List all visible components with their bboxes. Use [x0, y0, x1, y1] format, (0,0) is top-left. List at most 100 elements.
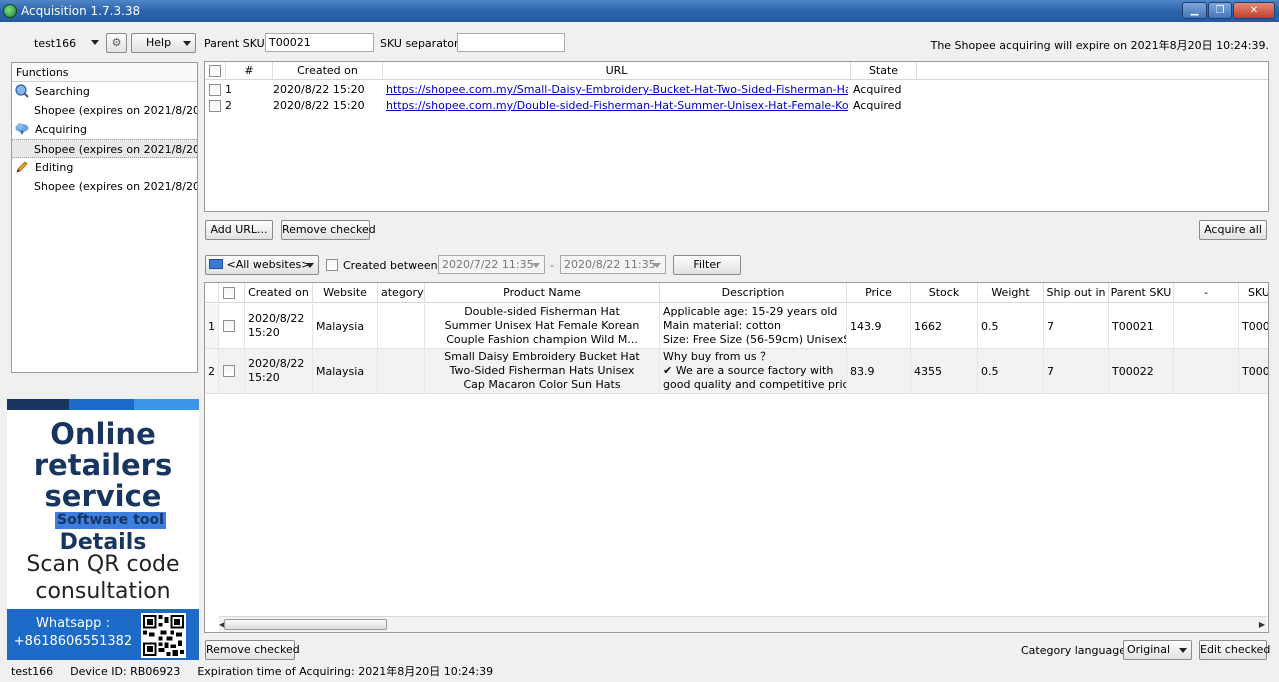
category-language-select[interactable]: Original: [1123, 640, 1192, 660]
title-bar: Acquisition 1.7.3.38 ▁ ❐ ✕: [0, 0, 1279, 22]
status-device-id: Device ID: RB06923: [70, 665, 181, 678]
row-checkbox[interactable]: [223, 320, 235, 332]
url-row-state: Acquired: [853, 83, 902, 96]
cell-weight[interactable]: 0.5: [978, 304, 1044, 348]
row-checkbox[interactable]: [223, 365, 235, 377]
chevron-down-icon: [306, 263, 314, 268]
website-select[interactable]: <All websites>: [205, 255, 319, 275]
ad-scan-line2: consultation: [35, 579, 171, 604]
parent-sku-value: T00021: [1112, 319, 1154, 333]
url-row-link[interactable]: https://shopee.com.my/Double-sided-Fishe…: [386, 99, 848, 112]
cell-ship-out[interactable]: 7: [1044, 304, 1109, 348]
cell-stock[interactable]: 4355: [911, 349, 978, 393]
row-header-corner: [205, 283, 219, 303]
created-between-checkbox[interactable]: [326, 259, 338, 271]
prod-header-category[interactable]: ategory: [378, 283, 425, 303]
app-icon: [3, 4, 17, 18]
date-from-picker[interactable]: 2020/7/22 11:35: [438, 255, 545, 274]
row-checkbox[interactable]: [209, 84, 221, 96]
cell-price[interactable]: 143.9: [847, 304, 911, 348]
prod-header-created[interactable]: Created on: [245, 283, 313, 303]
table-row[interactable]: 2 2020/8/22 15:20 Malaysia Small Daisy E…: [205, 349, 1268, 394]
ship-value: 7: [1047, 364, 1054, 378]
cell-description[interactable]: Applicable age: 15-29 years old Main mat…: [660, 304, 847, 348]
scrollbar-thumb[interactable]: [224, 619, 387, 630]
function-searching[interactable]: Searching: [12, 82, 197, 101]
url-header-num[interactable]: #: [226, 62, 273, 80]
user-dropdown-arrow-icon[interactable]: [91, 40, 99, 45]
maximize-button[interactable]: ❐: [1208, 2, 1232, 19]
row-checkbox[interactable]: [209, 100, 221, 112]
parent-sku-input[interactable]: T00021: [265, 33, 374, 52]
remove-checked-products-button[interactable]: Remove checked: [205, 640, 300, 660]
prod-header-product-name[interactable]: Product Name: [425, 283, 660, 303]
url-header-state[interactable]: State: [851, 62, 917, 80]
select-all-checkbox[interactable]: [223, 287, 235, 299]
cell-weight[interactable]: 0.5: [978, 349, 1044, 393]
prod-header-ship-out[interactable]: Ship out in: [1044, 283, 1109, 303]
horizontal-scrollbar[interactable]: ◀ ▶: [219, 616, 1267, 632]
table-row[interactable]: 1 2020/8/22 15:20 Malaysia Double-sided …: [205, 304, 1268, 349]
remove-checked-urls-button[interactable]: Remove checked: [281, 220, 376, 240]
user-select-label[interactable]: test166: [34, 37, 76, 50]
minimize-button[interactable]: ▁: [1182, 2, 1207, 19]
cell-ship-out[interactable]: 7: [1044, 349, 1109, 393]
edit-checked-button[interactable]: Edit checked: [1199, 640, 1270, 660]
description-line: Size: Free Size (56-59cm) UnisexSty...: [663, 333, 846, 346]
searching-shopee-item[interactable]: Shopee (expires on 2021/8/20 ...: [12, 101, 197, 120]
prod-header-parent-sku[interactable]: Parent SKU: [1109, 283, 1174, 303]
url-select-all-header[interactable]: [205, 62, 226, 80]
date-to-picker[interactable]: 2020/8/22 11:35: [560, 255, 666, 274]
row-number: 1: [208, 319, 215, 333]
url-row-state: Acquired: [853, 99, 902, 112]
stock-value: 4355: [914, 364, 942, 378]
prod-header-stock[interactable]: Stock: [911, 283, 978, 303]
row-number-cell: 2: [205, 349, 219, 393]
date-separator: -: [550, 259, 554, 272]
url-header-url[interactable]: URL: [383, 62, 851, 80]
row-checkbox-cell[interactable]: [219, 304, 245, 348]
cell-price[interactable]: 83.9: [847, 349, 911, 393]
ad-stripes: [7, 399, 199, 410]
cell-parent-sku[interactable]: T00021: [1109, 304, 1174, 348]
url-row-link[interactable]: https://shopee.com.my/Small-Daisy-Embroi…: [386, 83, 848, 96]
scroll-right-icon[interactable]: ▶: [1259, 620, 1265, 629]
prod-header-price[interactable]: Price: [847, 283, 911, 303]
url-header-created[interactable]: Created on: [273, 62, 383, 80]
acquire-all-button[interactable]: Acquire all: [1199, 220, 1267, 240]
cell-stock[interactable]: 1662: [911, 304, 978, 348]
prod-header-sku[interactable]: SKU: [1239, 283, 1268, 303]
function-label: Acquiring: [35, 123, 87, 136]
cell-product-name[interactable]: Small Daisy Embroidery Bucket Hat Two-Si…: [425, 349, 660, 393]
cell-product-name[interactable]: Double-sided Fisherman Hat Summer Unisex…: [425, 304, 660, 348]
date-from-value: 2020/7/22 11:35: [442, 258, 534, 271]
editing-shopee-item[interactable]: Shopee (expires on 2021/8/20 ...: [12, 177, 197, 196]
sku-value: T000...: [1242, 364, 1268, 378]
product-select-all-header[interactable]: [219, 283, 245, 303]
url-row-created: 2020/8/22 15:20: [273, 99, 365, 112]
prod-header-dash[interactable]: -: [1174, 283, 1239, 303]
cell-parent-sku[interactable]: T00022: [1109, 349, 1174, 393]
help-button[interactable]: Help: [131, 33, 196, 53]
add-url-button[interactable]: Add URL...: [205, 220, 273, 240]
magnifier-icon: [15, 84, 29, 98]
row-checkbox-cell[interactable]: [219, 349, 245, 393]
prod-header-description[interactable]: Description: [660, 283, 847, 303]
ad-scan-line1: Scan QR code: [26, 552, 180, 577]
product-table: Created on Website ategory Product Name …: [204, 282, 1269, 633]
advertisement-banner[interactable]: Online retailers service Software tool D…: [7, 399, 199, 660]
cell-sku[interactable]: T000...: [1239, 349, 1268, 393]
select-all-checkbox[interactable]: [209, 65, 221, 77]
close-button[interactable]: ✕: [1233, 2, 1275, 19]
cell-description[interactable]: Why buy from us ？ ✔ We are a source fact…: [660, 349, 847, 393]
settings-button[interactable]: ⚙: [106, 33, 127, 53]
function-editing[interactable]: Editing: [12, 158, 197, 177]
sku-separator-input[interactable]: [457, 33, 565, 52]
cell-sku[interactable]: T000...: [1239, 304, 1268, 348]
prod-header-website[interactable]: Website: [313, 283, 378, 303]
function-acquiring[interactable]: Acquiring: [12, 120, 197, 139]
acquiring-shopee-item[interactable]: Shopee (expires on 2021/8/20 ...: [12, 139, 197, 158]
prod-header-weight[interactable]: Weight: [978, 283, 1044, 303]
description-line: Why buy from us ？: [663, 350, 772, 363]
filter-button[interactable]: Filter: [673, 255, 741, 275]
